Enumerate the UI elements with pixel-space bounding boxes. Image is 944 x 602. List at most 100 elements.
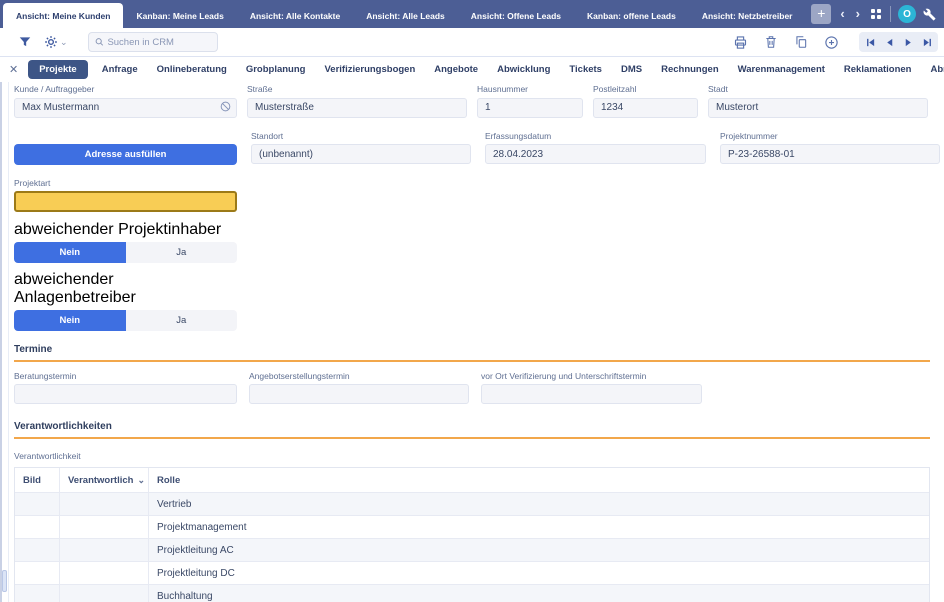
- settings-wrench-icon[interactable]: [923, 8, 936, 21]
- last-record-icon[interactable]: [919, 34, 935, 50]
- toolbar: ⌄: [0, 28, 944, 57]
- field-label: vor Ort Verifizierung und Unterschriftst…: [481, 371, 702, 381]
- rolle-cell: Vertrieb: [149, 493, 929, 515]
- projektinhaber-ja-option[interactable]: Ja: [126, 242, 238, 263]
- apps-grid-icon[interactable]: [869, 9, 883, 19]
- field-projektart: Projektart: [14, 178, 237, 212]
- unlink-contact-icon[interactable]: [219, 100, 232, 118]
- window-edge: [0, 82, 2, 602]
- tab-grobplanung[interactable]: Grobplanung: [246, 61, 306, 78]
- global-search[interactable]: [88, 32, 218, 52]
- tab-reklamationen[interactable]: Reklamationen: [844, 61, 912, 78]
- scrollbar-thumb[interactable]: [2, 570, 7, 592]
- search-input[interactable]: [107, 37, 210, 48]
- tab-abnahmen[interactable]: Abnahmen: [930, 61, 944, 78]
- projektart-input[interactable]: [14, 191, 237, 212]
- close-record-icon[interactable]: ✕: [0, 63, 28, 76]
- postleitzahl-input[interactable]: [593, 98, 698, 118]
- stadt-input[interactable]: [708, 98, 928, 118]
- section-termine: Termine Beratungstermin Angebotserstellu…: [14, 344, 930, 405]
- tab-verifizierungsbogen[interactable]: Verifizierungsbogen: [324, 61, 415, 78]
- verantwortlichkeiten-title: Verantwortlichkeiten: [14, 421, 930, 432]
- previous-record-icon[interactable]: [881, 34, 897, 50]
- rolle-cell: Buchhaltung: [149, 585, 929, 602]
- field-label: Straße: [247, 84, 467, 94]
- field-label: Erfassungsdatum: [485, 131, 706, 141]
- verifizierungstermin-input[interactable]: [481, 384, 702, 404]
- termine-title: Termine: [14, 344, 930, 355]
- view-tab-alle-kontakte[interactable]: Ansicht: Alle Kontakte: [237, 3, 353, 28]
- beratungstermin-input[interactable]: [14, 384, 237, 404]
- table-row[interactable]: Projektmanagement: [15, 516, 929, 539]
- section-verantwortlichkeiten: Verantwortlichkeiten Verantwortlichkeit …: [14, 421, 930, 602]
- view-tabs: Ansicht: Meine Kunden Kanban: Meine Lead…: [0, 0, 811, 28]
- rolle-cell: Projektmanagement: [149, 516, 929, 538]
- settings-gear-icon[interactable]: ⌄: [38, 35, 74, 49]
- view-tab-alle-leads[interactable]: Ansicht: Alle Leads: [353, 3, 458, 28]
- column-header-bild[interactable]: Bild: [15, 468, 60, 492]
- first-record-icon[interactable]: [862, 34, 878, 50]
- crm-window: Ansicht: Meine Kunden Kanban: Meine Lead…: [0, 0, 944, 602]
- fill-address-button[interactable]: Adresse ausfüllen: [14, 144, 237, 165]
- projektinhaber-nein-option[interactable]: Nein: [14, 242, 126, 263]
- field-label: Projektnummer: [720, 131, 940, 141]
- print-icon[interactable]: [727, 35, 754, 50]
- bild-cell: [15, 493, 60, 515]
- filter-funnel-icon[interactable]: [12, 35, 38, 49]
- field-label: Hausnummer: [477, 84, 583, 94]
- column-header-rolle[interactable]: Rolle: [149, 468, 929, 492]
- add-view-tab-button[interactable]: +: [811, 4, 831, 24]
- table-row[interactable]: Projektleitung AC: [15, 539, 929, 562]
- termine-rule: [14, 360, 930, 362]
- view-tab-netzbetreiber[interactable]: Ansicht: Netzbetreiber: [689, 3, 806, 28]
- gear-dropdown-chevron-icon[interactable]: ⌄: [60, 38, 68, 46]
- record-navigation: [859, 32, 938, 52]
- view-tab-kanban-meine-leads[interactable]: Kanban: Meine Leads: [123, 3, 236, 28]
- field-label: Postleitzahl: [593, 84, 698, 94]
- field-label: Kunde / Auftraggeber: [14, 84, 237, 94]
- angebotserstellungstermin-input[interactable]: [249, 384, 469, 404]
- toggle-label: abweichender Projektinhaber: [14, 221, 237, 239]
- field-label: Stadt: [708, 84, 928, 94]
- table-row[interactable]: Buchhaltung: [15, 585, 929, 602]
- copy-icon[interactable]: [788, 35, 814, 49]
- toggle-anlagenbetreiber: abweichender Anlagenbetreiber Nein Ja: [14, 271, 237, 331]
- view-tab-meine-kunden[interactable]: Ansicht: Meine Kunden: [3, 3, 123, 28]
- table-header-row: Bild Verantwortlich ⌄ Rolle: [15, 468, 929, 493]
- tab-anfrage[interactable]: Anfrage: [102, 61, 138, 78]
- tab-dms[interactable]: DMS: [621, 61, 642, 78]
- anlagenbetreiber-ja-option[interactable]: Ja: [126, 310, 238, 331]
- user-avatar[interactable]: O: [898, 5, 916, 23]
- tab-angebote[interactable]: Angebote: [434, 61, 478, 78]
- toolbar-right-icons: [727, 32, 944, 52]
- anlagenbetreiber-toggle: Nein Ja: [14, 310, 237, 331]
- view-tab-offene-leads[interactable]: Ansicht: Offene Leads: [458, 3, 574, 28]
- address-fill-cell: Adresse ausfüllen: [14, 131, 237, 165]
- tab-onlineberatung[interactable]: Onlineberatung: [157, 61, 227, 78]
- add-record-icon[interactable]: [818, 35, 845, 50]
- tab-abwicklung[interactable]: Abwicklung: [497, 61, 550, 78]
- standort-input[interactable]: [251, 144, 471, 164]
- scroll-tabs-left-icon[interactable]: ‹: [838, 4, 846, 24]
- field-projektnummer: Projektnummer: [720, 131, 940, 165]
- column-header-verantwortlich[interactable]: Verantwortlich ⌄: [60, 468, 149, 492]
- kunde-input[interactable]: [14, 98, 237, 118]
- scroll-tabs-right-icon[interactable]: ›: [854, 4, 862, 24]
- hausnummer-input[interactable]: [477, 98, 583, 118]
- tab-rechnungen[interactable]: Rechnungen: [661, 61, 719, 78]
- tab-projekte[interactable]: Projekte: [28, 60, 88, 79]
- left-scrollbar: [0, 82, 9, 602]
- projektnummer-input[interactable]: [720, 144, 940, 164]
- tab-tickets[interactable]: Tickets: [569, 61, 602, 78]
- anlagenbetreiber-nein-option[interactable]: Nein: [14, 310, 126, 331]
- table-row[interactable]: Vertrieb: [15, 493, 929, 516]
- table-row[interactable]: Projektleitung DC: [15, 562, 929, 585]
- next-record-icon[interactable]: [900, 34, 916, 50]
- erfassungsdatum-input[interactable]: [485, 144, 706, 164]
- view-tab-kanban-offene-leads[interactable]: Kanban: offene Leads: [574, 3, 689, 28]
- tab-warenmanagement[interactable]: Warenmanagement: [738, 61, 825, 78]
- strasse-input[interactable]: [247, 98, 467, 118]
- field-angebotserstellungstermin: Angebotserstellungstermin: [249, 371, 469, 405]
- sort-chevron-icon[interactable]: ⌄: [137, 477, 145, 483]
- delete-trash-icon[interactable]: [758, 35, 784, 49]
